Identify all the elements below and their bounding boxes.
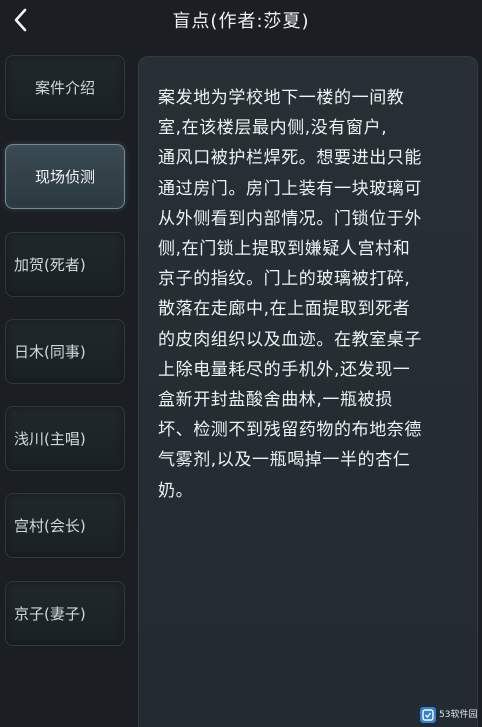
content-panel: 案发地为学校地下一楼的一间教 室,在该楼层最内侧,没有窗户, 通风口被护栏焊死。…	[138, 56, 478, 727]
watermark-label: 53软件园	[439, 709, 478, 720]
sidebar-item-label: 现场侦测	[34, 168, 95, 186]
sidebar-item-label: 案件介绍	[34, 79, 95, 97]
sidebar-item-label: 京子(妻子)	[14, 605, 86, 623]
sidebar-item-kaga[interactable]: 加贺(死者)	[5, 232, 125, 297]
sidebar-item-label: 日木(同事)	[14, 343, 86, 361]
sidebar-item-hiki[interactable]: 日木(同事)	[5, 319, 125, 384]
sidebar-item-case-intro[interactable]: 案件介绍	[5, 55, 125, 120]
sidebar-item-label: 浅川(主唱)	[14, 430, 86, 448]
scene-description: 案发地为学校地下一楼的一间教 室,在该楼层最内侧,没有窗户, 通风口被护栏焊死。…	[158, 88, 422, 501]
watermark: 53软件园	[420, 706, 478, 724]
page-title: 盲点(作者:莎夏)	[172, 11, 310, 32]
sidebar-item-asakawa[interactable]: 浅川(主唱)	[5, 406, 125, 471]
sidebar-item-label: 加贺(死者)	[14, 256, 86, 274]
site-logo-icon	[420, 707, 436, 723]
header-bar: 盲点(作者:莎夏)	[0, 0, 482, 40]
sidebar-item-miyamura[interactable]: 宫村(会长)	[5, 493, 125, 558]
sidebar-item-label: 宫村(会长)	[14, 517, 86, 535]
sidebar: 案件介绍 现场侦测 加贺(死者) 日木(同事) 浅川(主唱) 宫村(会长) 京子…	[0, 50, 135, 727]
sidebar-item-scene-investigation[interactable]: 现场侦测	[5, 144, 125, 209]
sidebar-item-kyoko[interactable]: 京子(妻子)	[5, 581, 125, 646]
